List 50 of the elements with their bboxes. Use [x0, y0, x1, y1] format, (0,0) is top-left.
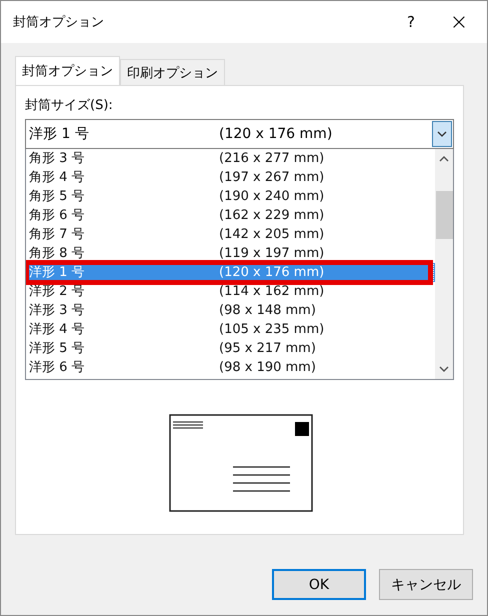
close-button[interactable]: ×: [431, 10, 487, 34]
size-name: 角形 8 号: [29, 245, 86, 263]
list-item[interactable]: 角形 3 号 (216 x 277 mm): [26, 149, 435, 168]
size-name: 洋形 2 号: [29, 283, 86, 301]
dialog-button[interactable]: キャンセル: [379, 569, 473, 600]
help-button[interactable]: ?: [391, 13, 431, 31]
tab[interactable]: 印刷オプション: [120, 59, 225, 85]
envelope-size-dropdown[interactable]: 洋形 1 号 (120 x 176 mm): [25, 119, 454, 149]
scroll-down-icon[interactable]: [439, 365, 449, 373]
size-name: 角形 4 号: [29, 169, 86, 187]
size-name: 洋形 5 号: [29, 340, 86, 358]
size-dimensions: (98 x 148 mm): [219, 302, 317, 320]
size-dimensions: (190 x 240 mm): [219, 188, 326, 206]
size-dimensions: (119 x 197 mm): [219, 245, 326, 263]
dropdown-button[interactable]: [432, 121, 452, 147]
size-dimensions: (142 x 205 mm): [219, 226, 326, 244]
list-item[interactable]: 角形 6 号 (162 x 229 mm): [26, 206, 435, 225]
list-item[interactable]: 角形 7 号 (142 x 205 mm): [26, 225, 435, 244]
size-name: 角形 5 号: [29, 188, 86, 206]
window-title: 封筒オプション: [13, 14, 105, 31]
list-item[interactable]: 洋形 3 号 (98 x 148 mm): [26, 301, 435, 320]
list-item[interactable]: 角形 8 号 (119 x 197 mm): [26, 244, 435, 263]
list-item[interactable]: 洋形 5 号 (95 x 217 mm): [26, 339, 435, 358]
size-dimensions: (105 x 235 mm): [219, 321, 326, 339]
scroll-up-icon[interactable]: [439, 155, 449, 163]
size-name: 洋形 6 号: [29, 359, 86, 377]
dialog-button[interactable]: OK: [272, 569, 366, 600]
scrollbar[interactable]: [435, 149, 453, 379]
size-name: 角形 7 号: [29, 226, 86, 244]
size-dimensions: (114 x 162 mm): [219, 283, 326, 301]
size-dimensions: (120 x 176 mm): [219, 264, 326, 282]
size-name: 洋形 4 号: [29, 321, 86, 339]
list-item[interactable]: 角形 5 号 (190 x 240 mm): [26, 187, 435, 206]
tab[interactable]: 封筒オプション: [15, 56, 120, 85]
size-name: 角形 6 号: [29, 207, 86, 225]
field-label: 封筒サイズ(S):: [25, 97, 114, 114]
list-item[interactable]: 角形 4 号 (197 x 267 mm): [26, 168, 435, 187]
chevron-down-icon: [437, 130, 447, 138]
size-dimensions: (197 x 267 mm): [219, 169, 326, 187]
list-item[interactable]: 洋形 2 号 (114 x 162 mm): [26, 282, 435, 301]
size-name: 洋形 3 号: [29, 302, 86, 320]
size-dimensions: (162 x 229 mm): [219, 207, 326, 225]
size-dimensions: (95 x 217 mm): [219, 340, 317, 358]
size-name: 角形 3 号: [29, 150, 86, 168]
size-dimensions: (216 x 277 mm): [219, 150, 326, 168]
list-item[interactable]: 洋形 4 号 (105 x 235 mm): [26, 320, 435, 339]
list-item[interactable]: 洋形 6 号 (98 x 190 mm): [26, 358, 435, 377]
size-name: 洋形 1 号: [29, 264, 86, 282]
scroll-thumb[interactable]: [436, 191, 452, 239]
size-dimensions: (98 x 190 mm): [219, 359, 317, 377]
